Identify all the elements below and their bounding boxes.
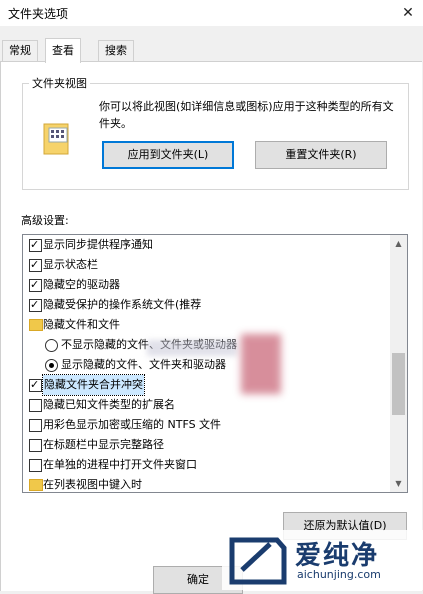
radio-button[interactable] — [45, 339, 58, 352]
watermark-url: aichunjing.com — [297, 568, 381, 581]
radio-button[interactable] — [45, 359, 58, 372]
reset-folders-button[interactable]: 重置文件夹(R) — [255, 141, 387, 169]
scroll-up-icon[interactable]: ▲ — [390, 235, 407, 252]
watermark-brand: 爱纯净 — [295, 541, 380, 571]
checkbox[interactable] — [29, 255, 42, 275]
scroll-thumb[interactable] — [392, 353, 405, 415]
checkbox[interactable] — [29, 275, 42, 295]
view-tab-panel: 文件夹视图 你可以将此视图(如详细信息或图标)应用于这种类型的所有文件夹。 应用… — [0, 61, 422, 594]
checkbox[interactable] — [29, 459, 42, 472]
checkbox[interactable] — [29, 375, 42, 395]
close-icon[interactable]: ✕ — [393, 0, 423, 26]
folder-icon — [29, 479, 43, 491]
checkbox[interactable] — [29, 419, 42, 432]
checkbox[interactable] — [29, 399, 42, 412]
redacted-blur — [147, 340, 237, 356]
advanced-settings-list[interactable]: 显示同步提供程序通知 显示状态栏 隐藏空的驱动器 隐藏受保护的操作系统文件(推荐… — [22, 234, 408, 493]
tab-view[interactable]: 查看 — [45, 38, 81, 63]
apply-to-folders-button[interactable]: 应用到文件夹(L) — [102, 141, 234, 169]
folder-views-icon — [43, 123, 69, 155]
tab-general[interactable]: 常规 — [2, 40, 38, 61]
tab-strip: 常规 查看 搜索 — [0, 38, 423, 63]
checkbox[interactable] — [29, 439, 42, 452]
advanced-settings-label: 高级设置: — [21, 214, 69, 227]
redacted-blur — [241, 334, 281, 394]
checkbox[interactable] — [29, 295, 42, 315]
tab-search[interactable]: 搜索 — [98, 40, 134, 61]
folder-views-legend: 文件夹视图 — [29, 75, 90, 91]
window-title: 文件夹选项 — [8, 7, 69, 21]
folder-icon — [29, 319, 43, 331]
scroll-down-icon[interactable]: ▼ — [390, 475, 407, 492]
vertical-scrollbar[interactable]: ▲ ▼ — [390, 235, 407, 492]
checkbox[interactable] — [29, 235, 42, 255]
folder-views-group: 文件夹视图 你可以将此视图(如详细信息或图标)应用于这种类型的所有文件夹。 应用… — [22, 75, 409, 190]
title-bar: 文件夹选项 ✕ — [0, 0, 423, 26]
folder-views-description: 你可以将此视图(如详细信息或图标)应用于这种类型的所有文件夹。 — [99, 100, 394, 130]
